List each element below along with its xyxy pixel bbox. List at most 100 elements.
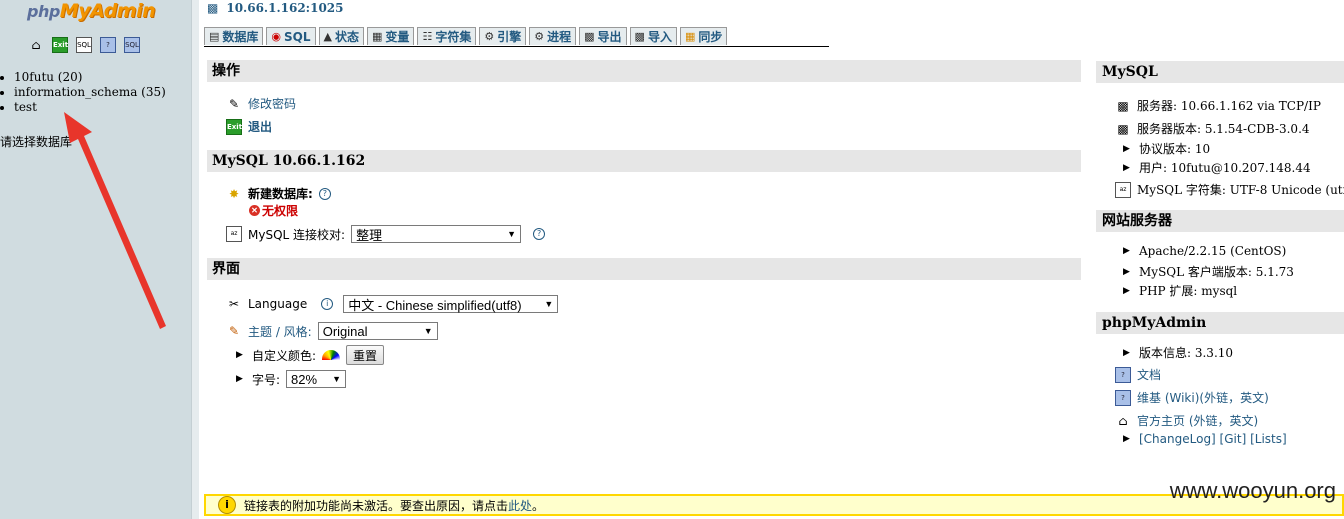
tab-engines[interactable]: ⚙ 引擎: [479, 27, 527, 45]
bullet-triangle-icon: ▶: [1123, 266, 1130, 277]
links-row: ▶ [ChangeLog] [Git] [Lists]: [1123, 432, 1287, 446]
server-info-row: ▩ 服务器: 10.66.1.162 via TCP/IP: [1115, 97, 1321, 114]
database-item[interactable]: 10futu (20): [0, 70, 166, 85]
help-icon[interactable]: ?: [318, 187, 331, 200]
server-name: 10.66.1.162:1025: [226, 1, 344, 15]
logout-row[interactable]: Exit 退出: [226, 118, 272, 135]
logo-text-myadmin: MyAdmin: [59, 0, 156, 22]
sql-docs-icon[interactable]: SQL: [124, 37, 140, 53]
theme-select[interactable]: Original ▼: [317, 322, 438, 340]
language-row: ✂ Language i 中文 - Chinese simplified(utf…: [226, 295, 559, 313]
tab-status[interactable]: ▲ 状态: [318, 27, 365, 45]
server-version-row: ▩ 服务器版本: 5.1.54-CDB-3.0.4: [1115, 120, 1309, 137]
help-icon[interactable]: ?: [533, 228, 546, 240]
create-database-row: ✸ 新建数据库: ?: [226, 185, 331, 202]
theme-row: ✎ 主题 / 风格: Original ▼: [226, 322, 438, 340]
variables-icon: ▦: [372, 30, 383, 43]
no-privileges-text: 无权限: [262, 204, 299, 218]
server-breadcrumb[interactable]: ▩ 10.66.1.162:1025: [207, 0, 344, 16]
tab-variables[interactable]: ▦ 变量: [367, 27, 415, 45]
change-password-row[interactable]: ✎ 修改密码: [226, 95, 296, 112]
help-icon: ?: [1115, 389, 1131, 406]
phpmyadmin-logo[interactable]: phpMyAdmin: [27, 0, 156, 22]
logo-text-php: php: [27, 2, 60, 21]
help-icon[interactable]: ?: [100, 37, 116, 53]
protocol-version-row: ▶ 协议版本: 10: [1123, 142, 1211, 156]
database-item[interactable]: information_schema (35): [0, 85, 166, 100]
apache-row: ▶ Apache/2.2.15 (CentOS): [1123, 244, 1287, 258]
wiki-row[interactable]: ? 维基 (Wiki)(外链，英文): [1115, 389, 1269, 406]
web-server-header: 网站服务器: [1096, 210, 1344, 232]
tab-sql[interactable]: ◉ SQL: [266, 27, 316, 45]
operations-header: 操作: [207, 60, 1081, 82]
expand-triangle-icon[interactable]: ▶: [236, 350, 246, 360]
engine-icon: ⚙: [484, 30, 495, 43]
language-icon: ✂: [228, 297, 240, 311]
charset-icon: az: [1115, 181, 1131, 198]
tab-import[interactable]: ▩ 导入: [629, 27, 677, 45]
theme-brush-icon: ✎: [228, 324, 240, 338]
password-icon: ✎: [228, 96, 240, 111]
info-icon[interactable]: i: [321, 298, 334, 310]
changelog-git-lists-links[interactable]: [ChangeLog] [Git] [Lists]: [1139, 432, 1287, 446]
bullet-triangle-icon: ▶: [1123, 285, 1130, 296]
tab-databases[interactable]: ▤ 数据库: [204, 27, 264, 45]
dropdown-arrow-icon: ▼: [507, 229, 517, 239]
export-icon: ▩: [584, 30, 595, 43]
theme-link[interactable]: 主题 / 风格:: [248, 323, 312, 340]
phpmyadmin-info-header: phpMyAdmin: [1096, 312, 1344, 334]
home-icon: ⌂: [1118, 413, 1128, 428]
notice-icon: i: [218, 496, 236, 514]
notice-link[interactable]: 此处: [508, 499, 532, 513]
rainbow-icon[interactable]: [322, 350, 341, 360]
server-icon: ▩: [1117, 98, 1129, 113]
bullet-triangle-icon: ▶: [1123, 434, 1130, 444]
docs-link[interactable]: 文档: [1137, 366, 1161, 383]
wiki-link[interactable]: 维基 (Wiki)(外链，英文): [1137, 389, 1269, 406]
database-icon: ▤: [209, 30, 220, 43]
bullet-triangle-icon: ▶: [1123, 162, 1130, 173]
status-icon: ▲: [323, 30, 332, 43]
homepage-row[interactable]: ⌂ 官方主页 (外链，英文): [1115, 412, 1258, 429]
error-icon: ✕: [249, 205, 260, 216]
watermark: www.wooyun.org: [1169, 478, 1336, 503]
frame-divider[interactable]: [191, 0, 199, 519]
mysql-server-header: MySQL 10.66.1.162: [207, 150, 1081, 172]
import-icon: ▩: [634, 30, 645, 43]
dropdown-arrow-icon: ▼: [423, 326, 433, 336]
tab-export[interactable]: ▩ 导出: [579, 27, 627, 45]
charset-icon: ☷: [422, 30, 433, 43]
exit-icon[interactable]: Exit: [52, 37, 68, 53]
homepage-link[interactable]: 官方主页 (外链，英文): [1137, 412, 1258, 429]
docs-row[interactable]: ? 文档: [1115, 366, 1161, 383]
bullet-triangle-icon: ▶: [1123, 347, 1130, 358]
database-list: 10futu (20) information_schema (35) test: [0, 70, 166, 115]
left-icon-bar: ⌂ Exit SQL ? SQL: [28, 37, 140, 53]
expand-triangle-icon[interactable]: ▶: [236, 374, 246, 384]
tab-charset[interactable]: ☷ 字符集: [417, 27, 477, 45]
new-database-icon: ✸: [228, 186, 240, 201]
font-size-select[interactable]: 82% ▼: [286, 370, 347, 388]
database-item[interactable]: test: [0, 100, 166, 115]
no-privileges-row: ✕ 无权限: [249, 202, 298, 219]
exit-icon: Exit: [226, 118, 242, 135]
tab-sync[interactable]: ▦ 同步: [679, 27, 728, 45]
collation-icon: az: [226, 226, 242, 242]
left-navigation-frame: phpMyAdmin ⌂ Exit SQL ? SQL 10futu (20) …: [0, 0, 191, 519]
server-icon: ▩: [207, 1, 219, 15]
tab-processes[interactable]: ⚙ 进程: [529, 27, 577, 45]
change-password-link[interactable]: 修改密码: [248, 95, 296, 112]
user-row: ▶ 用户: 10futu@10.207.148.44: [1123, 161, 1311, 175]
home-icon[interactable]: ⌂: [28, 37, 44, 53]
mysql-info-header: MySQL: [1096, 61, 1344, 83]
sql-window-icon[interactable]: SQL: [76, 37, 92, 53]
notice-text: 链接表的附加功能尚未激活。要查出原因，请点击: [244, 498, 509, 513]
language-select[interactable]: 中文 - Chinese simplified(utf8) ▼: [343, 295, 559, 313]
sync-icon: ▦: [684, 30, 696, 43]
client-version-row: ▶ MySQL 客户端版本: 5.1.73: [1123, 265, 1294, 279]
logout-link[interactable]: 退出: [248, 118, 272, 135]
font-size-row: ▶ 字号: 82% ▼: [236, 370, 347, 388]
bullet-triangle-icon: ▶: [1123, 246, 1130, 256]
reset-button[interactable]: 重置: [346, 345, 385, 365]
collation-select[interactable]: 整理 ▼: [351, 225, 522, 243]
